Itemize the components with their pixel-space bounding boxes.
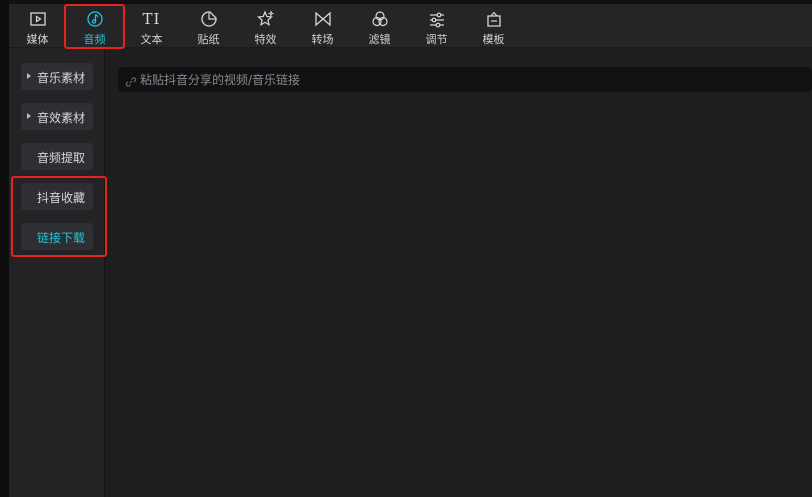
tab-label: 特效	[254, 33, 277, 46]
sidebar-item-label: 音乐素材	[37, 71, 86, 85]
sticker-icon	[199, 9, 219, 29]
audio-category-sidebar: 音乐素材 音效素材 音频提取 抖音收藏 链接下载	[9, 48, 105, 497]
tab-effects[interactable]: 特效	[237, 4, 294, 48]
tab-media[interactable]: 媒体	[9, 4, 66, 48]
tab-label: 贴纸	[197, 33, 220, 46]
app-window: 媒体 音频 TI 文本 贴纸 特效 转场 滤镜 调节 模板 音乐素材 音效素材 …	[0, 0, 812, 497]
text-ti-icon: TI	[142, 9, 162, 29]
star-effect-icon	[256, 9, 276, 29]
content-area	[106, 48, 812, 497]
left-edge-strip	[0, 0, 9, 497]
circles-filter-icon	[370, 9, 390, 29]
sidebar-item-douyin-favorites[interactable]: 抖音收藏	[21, 183, 93, 210]
music-note-icon	[85, 9, 105, 29]
tab-text[interactable]: TI 文本	[123, 4, 180, 48]
sidebar-item-link-download[interactable]: 链接下载	[21, 223, 93, 250]
media-play-icon	[28, 9, 48, 29]
expand-arrow-icon	[27, 73, 31, 79]
sidebar-item-label: 音效素材	[37, 111, 86, 125]
tab-label: 音频	[83, 33, 106, 46]
expand-arrow-icon	[27, 113, 31, 119]
tab-filter[interactable]: 滤镜	[351, 4, 408, 48]
tab-label: 模板	[482, 33, 505, 46]
sidebar-item-label: 链接下载	[37, 231, 86, 245]
tab-label: 转场	[311, 33, 334, 46]
tab-label: 媒体	[26, 33, 49, 46]
top-toolbar: 媒体 音频 TI 文本 贴纸 特效 转场 滤镜 调节 模板	[9, 4, 812, 48]
tab-label: 滤镜	[368, 33, 391, 46]
tab-template[interactable]: 模板	[465, 4, 522, 48]
text-ti-glyph: TI	[142, 10, 161, 28]
tab-label: 调节	[425, 33, 448, 46]
sidebar-item-audio-extract[interactable]: 音频提取	[21, 143, 93, 170]
tab-adjust[interactable]: 调节	[408, 4, 465, 48]
sidebar-item-sound-effects[interactable]: 音效素材	[21, 103, 93, 130]
link-chain-icon	[125, 73, 137, 87]
sidebar-item-music-library[interactable]: 音乐素材	[21, 63, 93, 90]
link-input-box[interactable]	[118, 67, 812, 92]
tab-transition[interactable]: 转场	[294, 4, 351, 48]
tab-label: 文本	[140, 33, 163, 46]
tab-sticker[interactable]: 贴纸	[180, 4, 237, 48]
tab-audio[interactable]: 音频	[66, 4, 123, 48]
template-box-icon	[484, 9, 504, 29]
bowtie-transition-icon	[313, 9, 333, 29]
sidebar-item-label: 抖音收藏	[37, 191, 86, 205]
link-url-input[interactable]	[140, 69, 800, 90]
sliders-adjust-icon	[427, 9, 447, 29]
sidebar-item-label: 音频提取	[37, 151, 86, 165]
